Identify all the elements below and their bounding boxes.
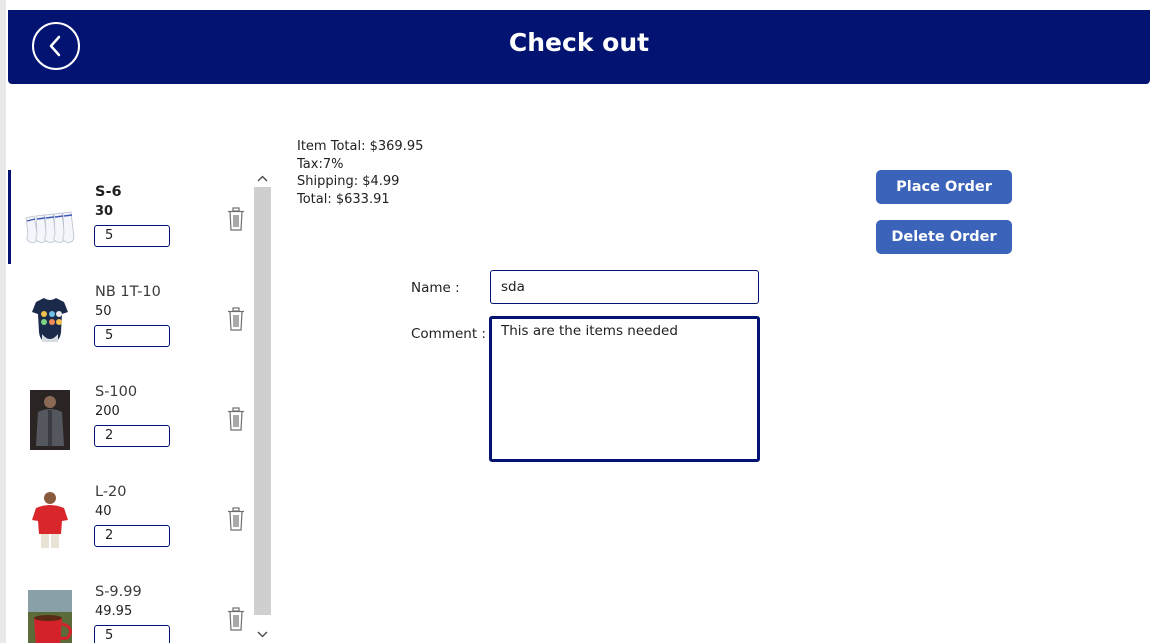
tax-text: Tax:7% <box>297 156 344 172</box>
cart-gallery: S-6 30 5 NB 1T-10 50 5 S-100 200 2 L-20 … <box>8 170 270 643</box>
scroll-down-icon[interactable] <box>254 626 271 643</box>
item-name: NB 1T-10 <box>95 284 161 300</box>
baby-onesie-thumbnail <box>32 298 68 342</box>
delete-order-button[interactable]: Delete Order <box>876 220 1012 254</box>
item-name: L-20 <box>95 484 127 500</box>
left-edge <box>0 0 6 643</box>
quantity-input[interactable]: 2 <box>94 425 170 447</box>
header-bar: Check out <box>8 10 1150 84</box>
item-price: 200 <box>95 404 120 419</box>
socks-thumbnail <box>25 211 75 243</box>
total-text: Total: $633.91 <box>297 191 390 207</box>
quantity-input[interactable]: 5 <box>94 625 170 643</box>
cart-item[interactable]: NB 1T-10 50 5 <box>8 270 254 370</box>
page-title: Check out <box>508 28 650 57</box>
polo-shirt-thumbnail <box>32 492 68 548</box>
quantity-input[interactable]: 5 <box>94 225 170 247</box>
cart-item[interactable]: S-9.99 49.95 5 <box>8 570 254 643</box>
jacket-thumbnail <box>30 390 70 450</box>
quantity-input[interactable]: 5 <box>94 325 170 347</box>
quantity-input[interactable]: 2 <box>94 525 170 547</box>
trash-icon[interactable] <box>227 307 245 331</box>
place-order-button[interactable]: Place Order <box>876 170 1012 204</box>
item-total-text: Item Total: $369.95 <box>297 139 424 154</box>
item-price: 50 <box>95 304 112 319</box>
item-name: S-100 <box>95 384 138 400</box>
cart-item[interactable]: L-20 40 2 <box>8 470 254 570</box>
shipping-text: Shipping: $4.99 <box>297 174 400 189</box>
trash-icon[interactable] <box>227 507 245 531</box>
order-summary: Item Total: $369.95 Tax:7% Shipping: $4.… <box>297 138 423 208</box>
comment-label: Comment : <box>411 326 486 342</box>
scroll-thumb[interactable] <box>254 187 271 615</box>
item-price: 49.95 <box>95 604 133 619</box>
comment-textarea[interactable]: This are the items needed <box>489 316 760 462</box>
name-label: Name : <box>411 280 460 296</box>
item-name: S-9.99 <box>95 584 142 600</box>
trash-icon[interactable] <box>227 407 245 431</box>
gallery-scrollbar[interactable] <box>254 170 271 643</box>
trash-icon[interactable] <box>227 607 245 631</box>
trash-icon[interactable] <box>227 207 245 231</box>
item-price: 30 <box>95 204 114 219</box>
scroll-up-icon[interactable] <box>254 170 271 187</box>
coffee-mug-thumbnail <box>28 590 72 643</box>
item-price: 40 <box>95 504 112 519</box>
item-name: S-6 <box>95 184 122 200</box>
cart-item[interactable]: S-100 200 2 <box>8 370 254 470</box>
cart-item[interactable]: S-6 30 5 <box>8 170 254 270</box>
name-input[interactable]: sda <box>490 270 759 304</box>
